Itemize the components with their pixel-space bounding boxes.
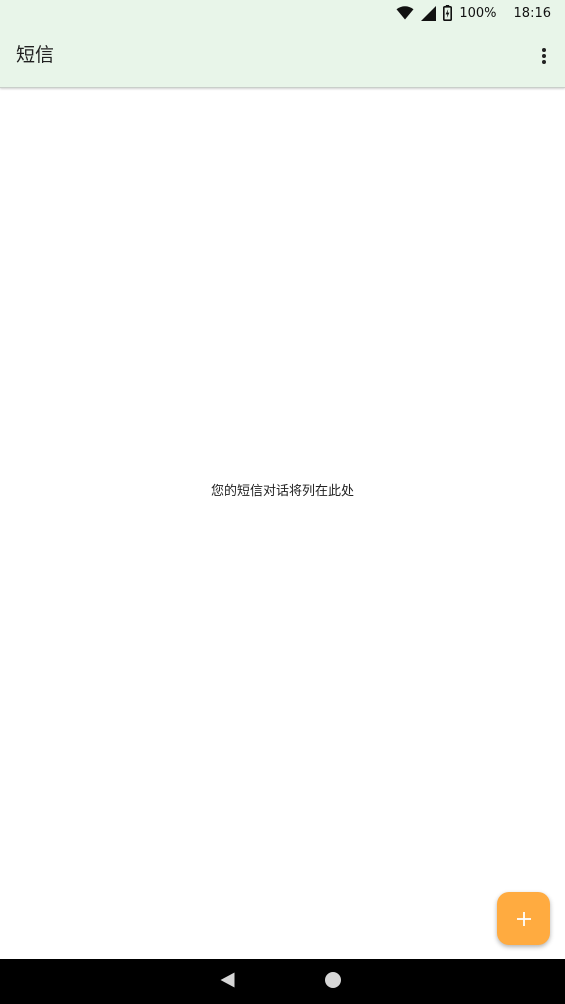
signal-icon <box>421 5 437 21</box>
top-app-bar: 100% 18:16 短信 <box>0 0 565 88</box>
more-vert-icon <box>542 48 546 64</box>
status-icons: 100% 18:16 <box>396 4 551 22</box>
plus-icon <box>516 911 531 926</box>
more-options-button[interactable] <box>537 44 551 68</box>
navigation-bar <box>0 959 565 1004</box>
back-icon[interactable] <box>220 972 235 988</box>
empty-conversations-message: 您的短信对话将列在此处 <box>210 484 354 499</box>
battery-icon <box>443 5 453 21</box>
new-conversation-button[interactable] <box>497 892 550 945</box>
page-title: 短信 <box>16 44 55 66</box>
wifi-icon <box>396 6 414 20</box>
battery-percent: 100% <box>459 5 497 21</box>
status-bar: 100% 18:16 <box>0 0 565 26</box>
status-time: 18:16 <box>513 5 551 21</box>
home-icon[interactable] <box>325 972 341 988</box>
